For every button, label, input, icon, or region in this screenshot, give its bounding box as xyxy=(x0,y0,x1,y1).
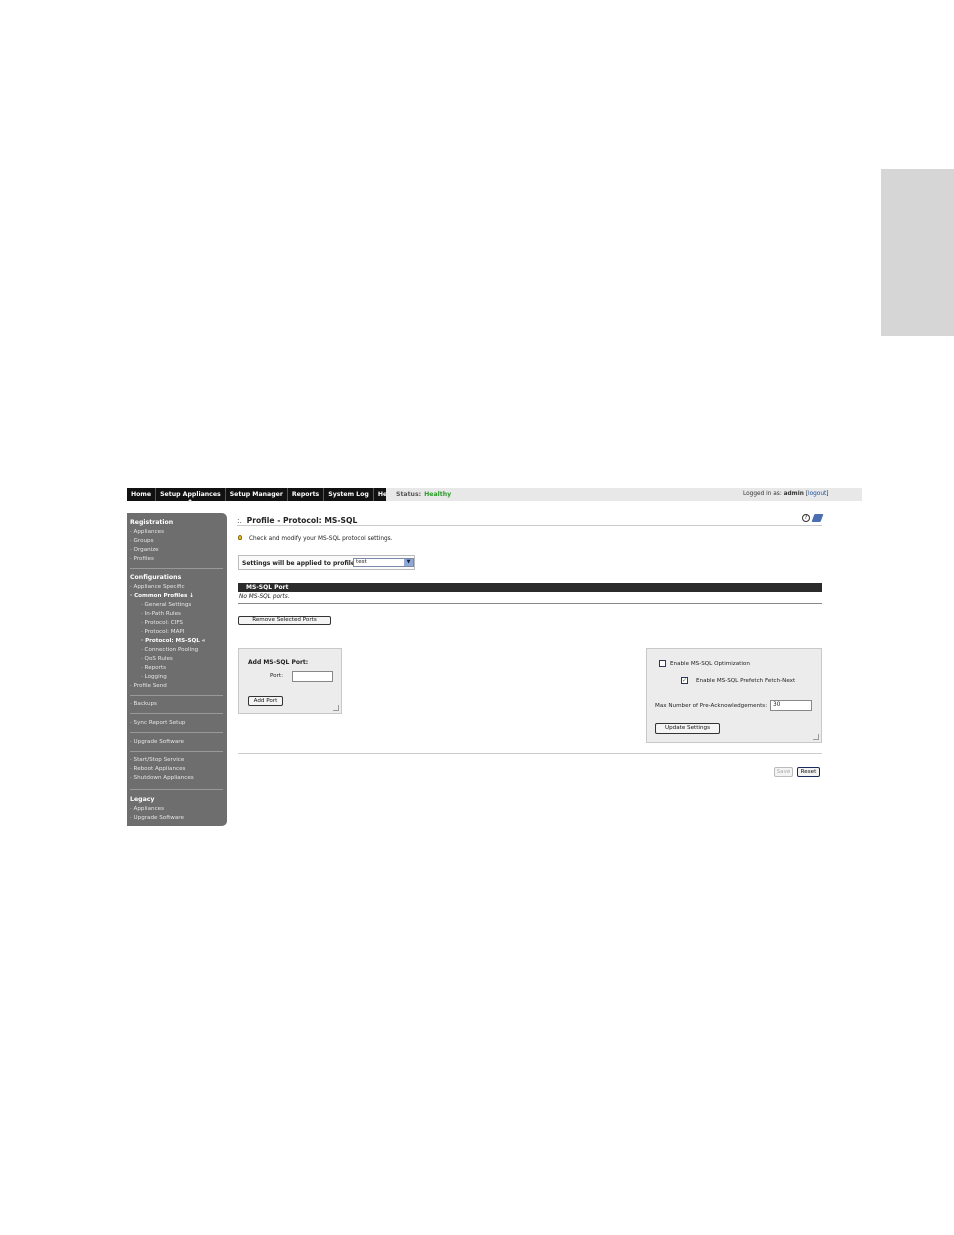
sidebar-item-legacy-upgrade-software[interactable]: · Upgrade Software xyxy=(130,815,184,821)
port-input[interactable] xyxy=(292,671,333,682)
enable-prefetch-checkbox[interactable]: ✓ xyxy=(681,677,688,684)
top-navigation: Home Setup Appliances Setup Manager Repo… xyxy=(127,488,862,502)
bottom-divider xyxy=(238,753,822,754)
lightbulb-icon xyxy=(238,535,242,540)
resize-grip-icon xyxy=(813,734,819,740)
nav-home[interactable]: Home xyxy=(127,488,157,501)
page-title: :. Profile - Protocol: MS-SQL xyxy=(237,516,357,525)
add-port-panel: Add MS-SQL Port: Port: Add Port xyxy=(238,648,342,714)
status-value: Healthy xyxy=(424,491,452,498)
enable-mssql-optimization-checkbox[interactable] xyxy=(659,660,666,667)
logout-bracket-close: ] xyxy=(826,491,829,497)
sidebar-heading-legacy: Legacy xyxy=(130,796,155,803)
print-icon[interactable] xyxy=(811,514,824,522)
sidebar-item-upgrade-software[interactable]: · Upgrade Software xyxy=(130,739,184,745)
reset-button[interactable]: Reset xyxy=(797,767,820,777)
mssql-settings-panel: Enable MS-SQL Optimization ✓ Enable MS-S… xyxy=(646,648,822,743)
sidebar-item-backups[interactable]: · Backups xyxy=(130,701,157,707)
tip-text: Check and modify your MS-SQL protocol se… xyxy=(249,536,393,542)
sidebar-item-in-path-rules[interactable]: · In-Path Rules xyxy=(141,611,181,617)
sidebar-item-reports[interactable]: · Reports xyxy=(141,665,166,671)
sidebar-item-shutdown-appliances[interactable]: · Shutdown Appliances xyxy=(130,775,194,781)
profile-select-value: test xyxy=(356,559,367,565)
status-label: Status: xyxy=(396,491,422,498)
max-pre-ack-input[interactable]: 30 xyxy=(770,700,812,711)
sidebar-item-sync-report-setup[interactable]: · Sync Report Setup xyxy=(130,720,185,726)
nav-reports[interactable]: Reports xyxy=(288,488,325,501)
sidebar-divider xyxy=(130,568,223,569)
sidebar-item-profile-send[interactable]: · Profile Send xyxy=(130,683,167,689)
main-content: :. Profile - Protocol: MS-SQL ? Check an… xyxy=(237,513,824,813)
sidebar-item-logging[interactable]: · Logging xyxy=(141,674,167,680)
remove-selected-ports-button[interactable]: Remove Selected Ports xyxy=(238,616,331,625)
enable-mssql-optimization-label: Enable MS-SQL Optimization xyxy=(670,661,750,667)
sidebar-item-profiles[interactable]: · Profiles xyxy=(130,556,154,562)
sidebar-divider xyxy=(130,789,223,790)
page-title-text: Profile - Protocol: MS-SQL xyxy=(246,516,358,525)
nav-setup-manager[interactable]: Setup Manager xyxy=(226,488,288,501)
resize-grip-icon xyxy=(333,705,339,711)
sidebar-item-appliances[interactable]: · Appliances xyxy=(130,529,164,535)
logged-in-label: Logged in as: xyxy=(743,491,782,497)
chevron-down-icon[interactable]: ▼ xyxy=(404,559,413,566)
sidebar-item-legacy-appliances[interactable]: · Appliances xyxy=(130,806,164,812)
empty-ports-message: No MS-SQL ports. xyxy=(239,594,290,600)
page-edge-tab xyxy=(881,169,954,336)
add-port-title: Add MS-SQL Port: xyxy=(248,659,309,666)
nav-menu: Home Setup Appliances Setup Manager Repo… xyxy=(127,488,394,502)
sidebar-item-protocol-mapi[interactable]: · Protocol: MAPI xyxy=(141,629,184,635)
sidebar-item-general-settings[interactable]: · General Settings xyxy=(141,602,191,608)
section-divider xyxy=(238,603,822,604)
username: admin xyxy=(783,491,804,497)
add-port-button[interactable]: Add Port xyxy=(248,696,283,706)
sidebar-divider xyxy=(130,751,223,752)
nav-setup-appliances[interactable]: Setup Appliances xyxy=(156,488,226,502)
section-title: MS-SQL Port xyxy=(246,584,289,591)
section-header-mssql-port: MS-SQL Port xyxy=(238,583,822,592)
enable-prefetch-label: Enable MS-SQL Prefetch Fetch-Next xyxy=(696,678,796,684)
sidebar-item-appliance-specific[interactable]: · Appliance Specific xyxy=(130,584,185,590)
max-pre-ack-label: Max Number of Pre-Acknowledgements: xyxy=(655,703,768,709)
sidebar-item-common-profiles[interactable]: · Common Profiles ↓ xyxy=(130,593,194,599)
update-settings-button[interactable]: Update Settings xyxy=(655,723,720,734)
logout-link[interactable]: logout xyxy=(808,491,826,497)
sidebar-item-qos-rules[interactable]: · QoS Rules xyxy=(141,656,173,662)
login-info: Logged in as: admin [logout] xyxy=(743,488,829,501)
help-icon[interactable]: ? xyxy=(802,514,810,522)
title-divider xyxy=(237,525,822,526)
sidebar-item-protocol-cifs[interactable]: · Protocol: CIFS xyxy=(141,620,183,626)
save-button[interactable]: Save xyxy=(774,767,793,777)
sidebar-item-reboot-appliances[interactable]: · Reboot Appliances xyxy=(130,766,185,772)
profile-select[interactable]: test ▼ xyxy=(353,558,414,567)
sidebar-item-connection-pooling[interactable]: · Connection Pooling xyxy=(141,647,198,653)
sidebar-item-groups[interactable]: · Groups xyxy=(130,538,154,544)
title-marker: :. xyxy=(237,516,242,525)
sidebar-heading-registration: Registration xyxy=(130,519,174,526)
sidebar-item-protocol-mssql[interactable]: · Protocol: MS-SQL « xyxy=(141,638,205,644)
profile-selector-box: Settings will be applied to profile: tes… xyxy=(238,555,415,570)
port-label: Port: xyxy=(270,673,283,679)
nav-system-log[interactable]: System Log xyxy=(324,488,374,501)
sidebar-item-start-stop-service[interactable]: · Start/Stop Service xyxy=(130,757,184,763)
sidebar-divider xyxy=(130,713,223,714)
sidebar-divider xyxy=(130,732,223,733)
sidebar-item-organize[interactable]: · Organize xyxy=(130,547,159,553)
sidebar-divider xyxy=(130,695,223,696)
sidebar-heading-configurations: Configurations xyxy=(130,574,182,581)
sidebar: Registration · Appliances · Groups · Org… xyxy=(127,513,227,826)
profile-label: Settings will be applied to profile: xyxy=(242,560,358,567)
